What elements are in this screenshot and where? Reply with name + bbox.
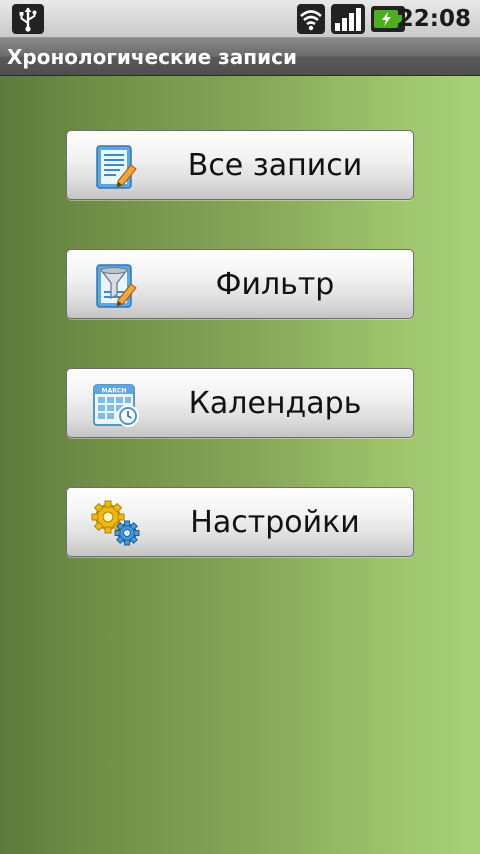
settings-button[interactable]: Настройки xyxy=(66,487,414,557)
calendar-button[interactable]: MARCH Календарь xyxy=(66,368,414,438)
screen: 22:08 Хронологические записи Все записи xyxy=(0,0,480,854)
usb-icon xyxy=(12,4,44,34)
all-records-label: Все записи xyxy=(187,147,363,183)
main-menu: Все записи Фильтр MARCH Календарь Настро… xyxy=(0,76,480,854)
status-bar: 22:08 xyxy=(0,0,480,38)
calendar-label: Календарь xyxy=(188,385,362,421)
filter-icon xyxy=(96,264,137,308)
filter-label: Фильтр xyxy=(215,266,335,302)
signal-icon xyxy=(331,4,365,34)
gears-icon xyxy=(91,500,140,546)
status-time: 22:08 xyxy=(397,6,471,32)
all-records-button[interactable]: Все записи xyxy=(66,130,414,200)
wifi-icon xyxy=(297,4,325,34)
notes-list-icon xyxy=(96,145,137,189)
app-title: Хронологические записи xyxy=(7,45,297,69)
filter-button[interactable]: Фильтр xyxy=(66,249,414,319)
calendar-icon: MARCH xyxy=(93,384,139,427)
calendar-icon-text: MARCH xyxy=(102,388,127,395)
settings-label: Настройки xyxy=(190,504,360,540)
app-title-bar: Хронологические записи xyxy=(0,38,480,76)
